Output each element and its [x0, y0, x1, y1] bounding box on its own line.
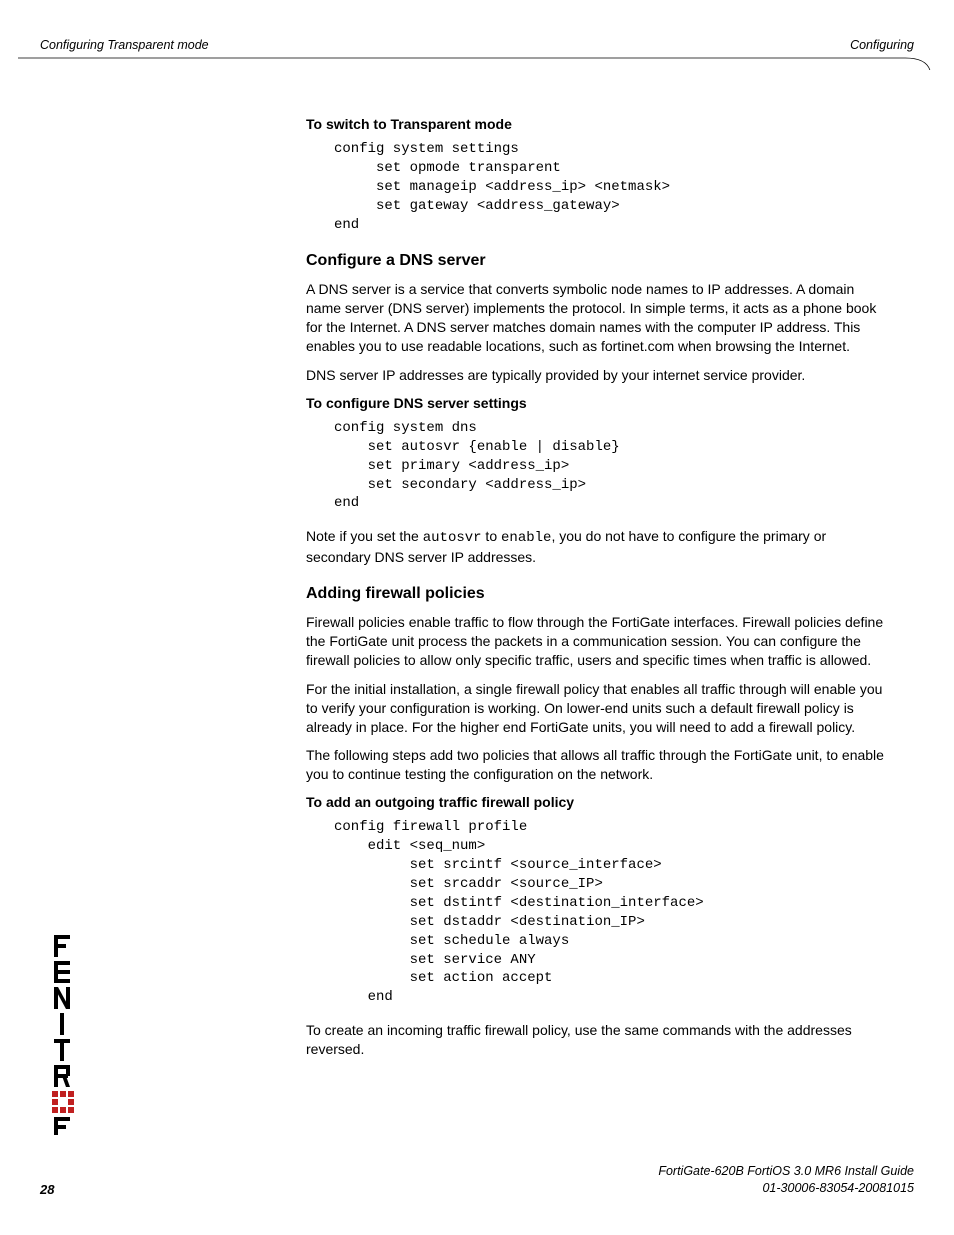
- dns-code: config system dns set autosvr {enable | …: [334, 419, 884, 513]
- footer-line1: FortiGate-620B FortiOS 3.0 MR6 Install G…: [40, 1163, 914, 1180]
- firewall-para2: For the initial installation, a single f…: [306, 680, 884, 737]
- dns-note: Note if you set the autosvr to enable, y…: [306, 527, 884, 567]
- fortinet-logo: [46, 935, 80, 1135]
- firewall-para1: Firewall policies enable traffic to flow…: [306, 613, 884, 670]
- firewall-para3: The following steps add two policies tha…: [306, 746, 884, 784]
- dns-note-mid: to: [482, 528, 501, 544]
- running-footer: FortiGate-620B FortiOS 3.0 MR6 Install G…: [0, 1163, 954, 1197]
- firewall-para4: To create an incoming traffic firewall p…: [306, 1021, 884, 1059]
- firewall-code: config firewall profile edit <seq_num> s…: [334, 818, 884, 1007]
- switch-proc-title: To switch to Transparent mode: [306, 116, 884, 132]
- header-left: Configuring Transparent mode: [40, 38, 209, 52]
- header-right: Configuring: [850, 38, 914, 52]
- dns-note-mono1: autosvr: [423, 530, 482, 546]
- dns-para2: DNS server IP addresses are typically pr…: [306, 366, 884, 385]
- main-content: To switch to Transparent mode config sys…: [306, 110, 884, 1069]
- header-rule: [18, 56, 936, 70]
- firewall-heading: Adding firewall policies: [306, 585, 884, 603]
- footer-lines: FortiGate-620B FortiOS 3.0 MR6 Install G…: [40, 1163, 914, 1197]
- firewall-proc-title: To add an outgoing traffic firewall poli…: [306, 794, 884, 810]
- dns-note-mono2: enable: [501, 530, 551, 546]
- dns-para1: A DNS server is a service that converts …: [306, 280, 884, 356]
- dns-note-pre: Note if you set the: [306, 528, 423, 544]
- document-page: Configuring Transparent mode Configuring…: [0, 0, 954, 1235]
- dns-proc-title: To configure DNS server settings: [306, 395, 884, 411]
- dns-heading: Configure a DNS server: [306, 252, 884, 270]
- running-header: Configuring Transparent mode Configuring: [0, 38, 954, 52]
- page-number: 28: [40, 1182, 54, 1197]
- switch-code: config system settings set opmode transp…: [334, 140, 884, 234]
- footer-line2: 01-30006-83054-20081015: [40, 1180, 914, 1197]
